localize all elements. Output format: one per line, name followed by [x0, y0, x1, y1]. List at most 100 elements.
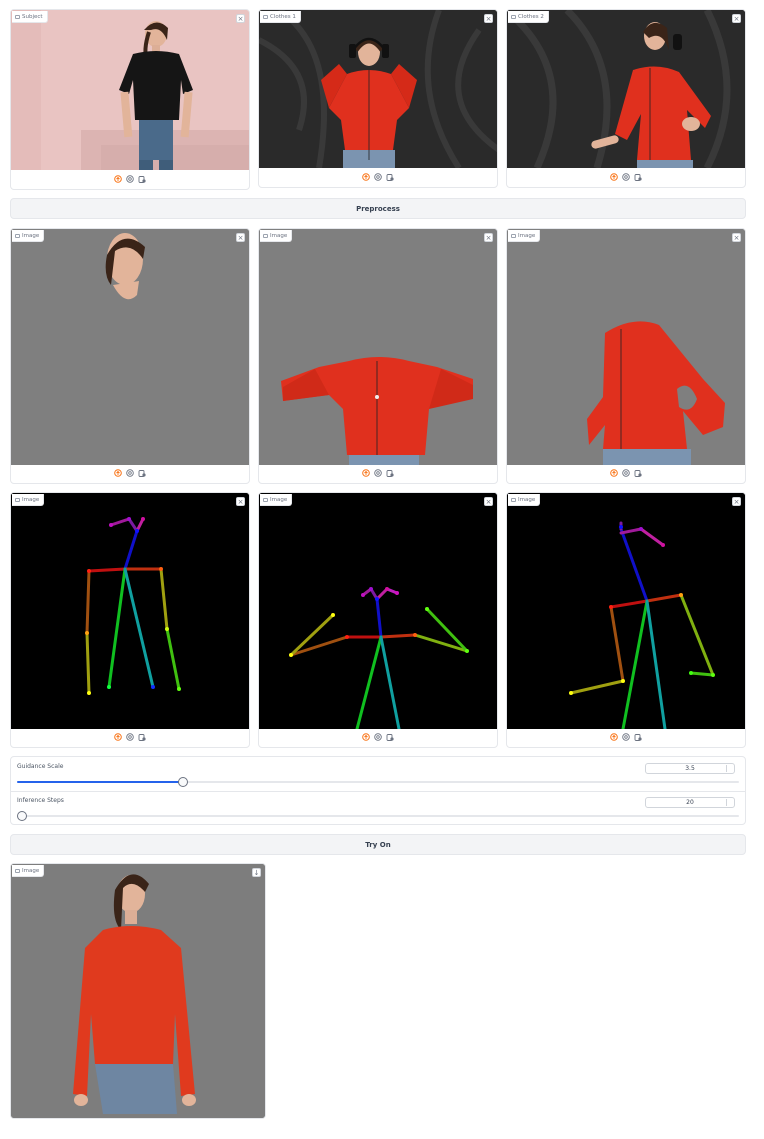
clipboard-icon[interactable] [634, 733, 642, 741]
image-label: Image [260, 230, 293, 242]
inference-steps-thumb[interactable] [17, 811, 27, 821]
guidance-scale-thumb[interactable] [178, 777, 189, 787]
upload-icon[interactable] [362, 173, 370, 181]
clipboard-icon[interactable] [386, 733, 394, 741]
source-toolbar [507, 463, 745, 483]
close-icon[interactable]: × [484, 233, 493, 242]
subject-photo [11, 10, 249, 170]
close-icon[interactable]: × [732, 233, 741, 242]
image-icon [15, 868, 20, 873]
image-label: Image [508, 494, 541, 506]
image-icon [15, 233, 20, 238]
image-icon [263, 233, 268, 238]
upload-icon[interactable] [362, 733, 370, 741]
preprocess-button[interactable]: Preprocess [10, 198, 746, 219]
webcam-icon[interactable] [374, 733, 382, 741]
source-toolbar [11, 727, 249, 747]
image-icon [263, 497, 268, 502]
clipboard-icon[interactable] [386, 469, 394, 477]
guidance-scale-value: 3.5 [685, 765, 695, 772]
pose-clothes2-image: Image × [506, 492, 746, 748]
output-photo [11, 864, 265, 1118]
subject-image-input[interactable]: Subject × [10, 9, 250, 190]
inference-steps-slider[interactable] [17, 811, 739, 821]
source-toolbar [507, 727, 745, 747]
image-icon [511, 14, 516, 19]
try-on-button[interactable]: Try On [10, 834, 746, 855]
clipboard-icon[interactable] [634, 173, 642, 181]
pose-clothes1-skeleton [259, 493, 497, 729]
upload-icon[interactable] [610, 469, 618, 477]
inference-steps-input[interactable]: 20 [645, 797, 735, 808]
inference-steps-label: Inference Steps [17, 797, 64, 804]
webcam-icon[interactable] [374, 173, 382, 181]
upload-icon[interactable] [114, 175, 122, 183]
clothes1-label: Clothes 1 [260, 11, 301, 23]
source-toolbar [507, 167, 745, 187]
masked-clothes1-image: Image × [258, 228, 498, 484]
clothes2-photo [507, 10, 745, 168]
source-toolbar [259, 167, 497, 187]
image-icon [511, 497, 516, 502]
image-label: Image [260, 494, 293, 506]
spinner-icon[interactable] [726, 799, 733, 806]
masked-subject-photo [11, 229, 249, 465]
clothes2-label: Clothes 2 [508, 11, 549, 23]
image-icon [15, 497, 20, 502]
webcam-icon[interactable] [126, 469, 134, 477]
webcam-icon[interactable] [126, 733, 134, 741]
close-icon[interactable]: × [732, 497, 741, 506]
close-icon[interactable]: × [236, 14, 245, 23]
spinner-icon[interactable] [726, 765, 733, 772]
upload-icon[interactable] [114, 733, 122, 741]
clipboard-icon[interactable] [386, 173, 394, 181]
subject-label: Subject [12, 11, 48, 23]
masked-subject-image: Image × [10, 228, 250, 484]
image-label: Image [12, 230, 45, 242]
clipboard-icon[interactable] [138, 469, 146, 477]
pose-subject-image: Image × [10, 492, 250, 748]
webcam-icon[interactable] [622, 469, 630, 477]
divider [11, 791, 745, 792]
inference-steps-value: 20 [686, 799, 694, 806]
webcam-icon[interactable] [622, 173, 630, 181]
clipboard-icon[interactable] [138, 175, 146, 183]
upload-icon[interactable] [610, 173, 618, 181]
webcam-icon[interactable] [374, 469, 382, 477]
masked-clothes1-photo [259, 229, 497, 465]
image-icon [15, 14, 20, 19]
guidance-scale-label: Guidance Scale [17, 763, 64, 770]
upload-icon[interactable] [114, 469, 122, 477]
close-icon[interactable]: × [236, 497, 245, 506]
clothes1-image-input[interactable]: Clothes 1 × [258, 9, 498, 188]
clipboard-icon[interactable] [138, 733, 146, 741]
clothes1-photo [259, 10, 497, 168]
upload-icon[interactable] [362, 469, 370, 477]
upload-icon[interactable] [610, 733, 618, 741]
close-icon[interactable]: × [484, 14, 493, 23]
source-toolbar [259, 463, 497, 483]
image-label: Image [508, 230, 541, 242]
webcam-icon[interactable] [126, 175, 134, 183]
image-icon [263, 14, 268, 19]
image-label: Image [12, 494, 45, 506]
pose-clothes2-skeleton [507, 493, 745, 729]
close-icon[interactable]: × [236, 233, 245, 242]
download-icon[interactable]: ↓ [252, 868, 261, 877]
close-icon[interactable]: × [732, 14, 741, 23]
image-label: Image [12, 865, 45, 877]
parameters-panel: Guidance Scale 3.5 Inference Steps 20 [10, 756, 746, 825]
close-icon[interactable]: × [484, 497, 493, 506]
pose-clothes1-image: Image × [258, 492, 498, 748]
webcam-icon[interactable] [622, 733, 630, 741]
masked-clothes2-photo [507, 229, 745, 465]
clothes2-image-input[interactable]: Clothes 2 × [506, 9, 746, 188]
masked-clothes2-image: Image × [506, 228, 746, 484]
source-toolbar [11, 463, 249, 483]
guidance-scale-input[interactable]: 3.5 [645, 763, 735, 774]
clipboard-icon[interactable] [634, 469, 642, 477]
output-image: Image ↓ [10, 863, 266, 1119]
source-toolbar [259, 727, 497, 747]
source-toolbar [11, 169, 249, 189]
guidance-scale-slider[interactable] [17, 777, 739, 787]
